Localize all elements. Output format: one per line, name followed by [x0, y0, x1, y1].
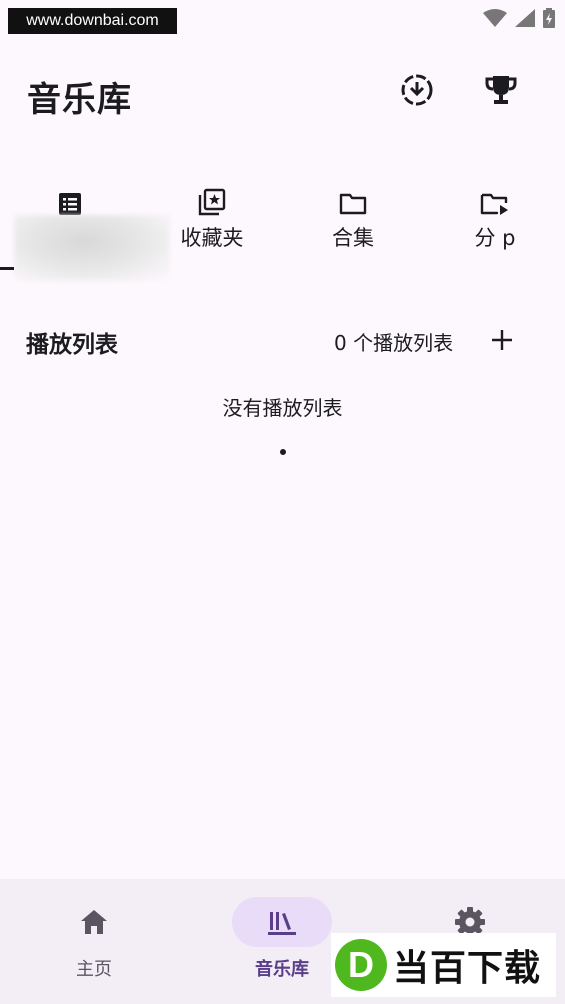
folder-play-icon — [480, 193, 508, 215]
trophy-icon — [485, 76, 517, 104]
nav-pill — [44, 897, 144, 947]
wifi-icon — [483, 9, 507, 27]
playlists-title: 播放列表 — [26, 332, 118, 358]
folder-icon — [339, 193, 367, 215]
tab-indicator — [0, 267, 14, 270]
status-bar — [483, 8, 555, 28]
tab-collections[interactable]: 合集 — [283, 180, 423, 270]
tab-label: 收藏夹 — [180, 226, 244, 250]
nav-pill-active — [232, 897, 332, 947]
favorites-icon — [198, 188, 226, 216]
battery-icon — [543, 8, 555, 28]
brand-logo-text: 当百下载 — [393, 948, 542, 989]
library-icon — [268, 912, 296, 935]
empty-state-text: 没有播放列表 — [222, 396, 343, 420]
brand-watermark: D 当百下载 — [331, 933, 556, 997]
home-icon — [81, 910, 107, 934]
tab-label: 合集 — [332, 226, 374, 250]
site-watermark: www.downbai.com — [8, 8, 177, 34]
nav-label: 主页 — [76, 959, 112, 980]
blurred-area — [14, 215, 170, 281]
page-title: 音乐库 — [27, 80, 132, 120]
header-actions — [399, 70, 519, 110]
add-playlist-button[interactable] — [484, 322, 520, 358]
brand-logo-icon: D — [335, 939, 387, 991]
loading-dot — [280, 449, 286, 455]
plus-icon — [492, 330, 512, 350]
download-circle-icon — [401, 74, 433, 106]
nav-home[interactable]: 主页 — [0, 879, 188, 1004]
tab-parts[interactable]: 分 p — [425, 180, 565, 270]
download-button[interactable] — [399, 70, 435, 110]
signal-icon — [515, 9, 535, 27]
playlists-count: 0 个播放列表 — [334, 331, 454, 355]
list-icon — [59, 193, 81, 215]
tab-label: 分 p — [474, 226, 516, 250]
achievements-button[interactable] — [483, 70, 519, 110]
brand-logo-mark: D — [348, 944, 374, 985]
